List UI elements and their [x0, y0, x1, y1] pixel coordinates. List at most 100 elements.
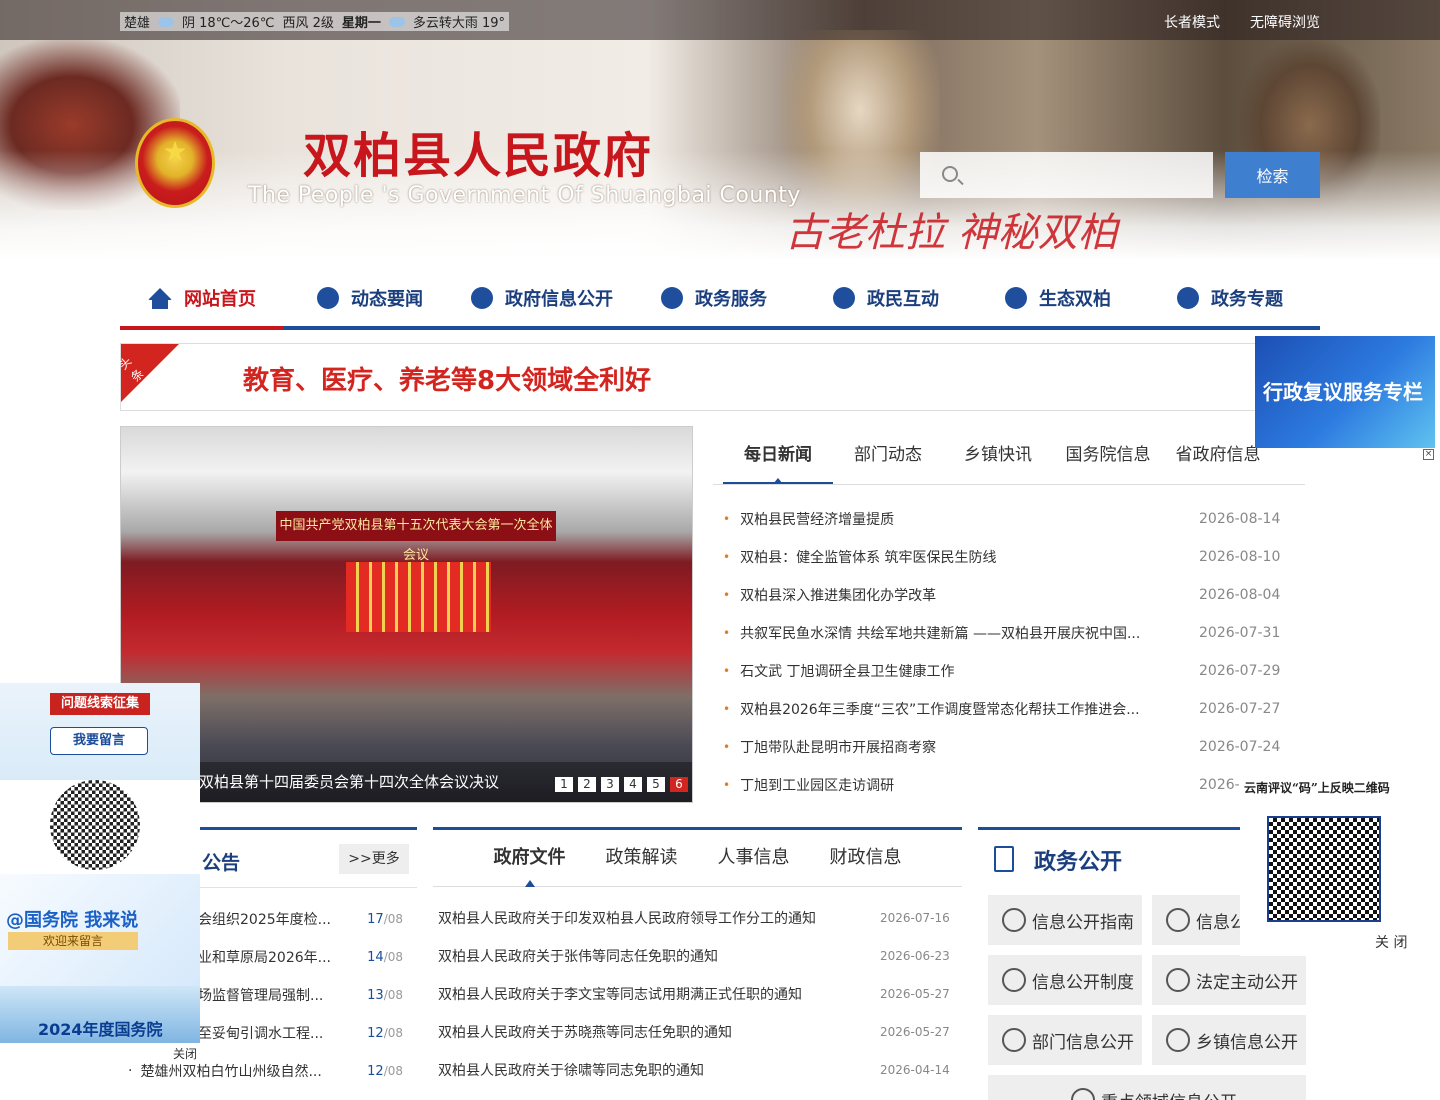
search-input[interactable]: [970, 152, 1210, 198]
admin-review-ad[interactable]: 行政复议服务专栏: [1255, 336, 1435, 448]
department-info-button[interactable]: 部门信息公开: [988, 1015, 1142, 1065]
left-ads-close-button[interactable]: 关闭: [173, 1045, 197, 1062]
carousel-page-6[interactable]: 6: [670, 777, 688, 792]
news-title[interactable]: 共叙军民鱼水深情 共绘军地共建新篇 ——双柏县开展庆祝中国...: [740, 623, 1140, 643]
tab-daily-news[interactable]: 每日新闻: [723, 426, 833, 484]
nav-item-ecology[interactable]: 生态双柏: [972, 270, 1144, 326]
carousel-page-1[interactable]: 1: [555, 777, 573, 792]
news-title[interactable]: 丁旭带队赴昆明市开展招商考察: [740, 737, 936, 757]
feedback-ad[interactable]: 问题线索征集 我要留言: [0, 683, 200, 780]
list-item[interactable]: 双柏县2026年三季度“三农”工作调度暨常态化帮扶工作推进会... 2026-07…: [713, 690, 1305, 728]
headline-link[interactable]: 教育、医疗、养老等8大领域全利好: [243, 360, 651, 397]
tab-township-news[interactable]: 乡镇快讯: [943, 426, 1053, 484]
state-council-2024-title: 2024年度国务院: [38, 1020, 163, 1039]
edit-icon: [1002, 968, 1026, 992]
list-item[interactable]: 双柏县人民政府关于徐啸等同志免职的通知 2026-04-14: [433, 1051, 962, 1089]
compass-icon: [1002, 908, 1026, 932]
list-item[interactable]: · 楚雄州双柏白竹山州级自然... 12/08: [120, 1052, 417, 1090]
carousel-page-4[interactable]: 4: [624, 777, 642, 792]
notice-month: /08: [383, 911, 403, 926]
info-system-button[interactable]: 信息公开制度: [988, 955, 1142, 1005]
document-title[interactable]: 双柏县人民政府关于苏晓燕等同志任免职的通知: [438, 1022, 732, 1042]
documents-panel: 政府文件 政策解读 人事信息 财政信息 双柏县人民政府关于印发双柏县人民政府领导…: [433, 827, 962, 1100]
document-title[interactable]: 双柏县人民政府关于印发双柏县人民政府领导工作分工的通知: [438, 908, 816, 928]
document-title[interactable]: 双柏县人民政府关于张伟等同志任免职的通知: [438, 946, 718, 966]
nav-item-topics[interactable]: 政务专题: [1144, 270, 1316, 326]
key-areas-button[interactable]: 重点领域信息公开: [988, 1075, 1306, 1100]
more-button[interactable]: >>更多: [339, 844, 409, 874]
button-label: 重点领域信息公开: [1101, 1088, 1237, 1100]
state-council-ad[interactable]: @国务院 我来说 欢迎来留言: [0, 874, 200, 986]
notice-item-title[interactable]: 业和草原局2026年...: [198, 947, 331, 967]
weather-city: 楚雄: [124, 16, 151, 31]
news-title[interactable]: 双柏县：健全监管体系 筑牢医保民生防线: [740, 547, 996, 567]
nav-item-news[interactable]: 动态要闻: [284, 270, 456, 326]
photo-carousel[interactable]: 中国共产党双柏县第十五次代表大会第一次全体会议 双柏县第十四届委员会第十四次全体…: [120, 426, 693, 803]
info-guide-button[interactable]: 信息公开指南: [988, 895, 1142, 945]
notice-title: 公告: [202, 852, 241, 874]
top-links: 长者模式 无障碍浏览: [1164, 12, 1320, 32]
news-title[interactable]: 双柏县深入推进集团化办学改革: [740, 585, 936, 605]
notice-item-title[interactable]: 会组织2025年度检...: [198, 909, 331, 929]
document-date: 2026-06-23: [880, 949, 950, 963]
tab-department-news[interactable]: 部门动态: [833, 426, 943, 484]
eye-icon: [833, 287, 855, 309]
news-list: 双柏县民营经济增量提质 2026-08-14 双柏县：健全监管体系 筑牢医保民生防…: [713, 500, 1305, 804]
heart-hand-icon: [1005, 287, 1027, 309]
stage-banner-text: 中国共产党双柏县第十五次代表大会第一次全体会议: [276, 511, 556, 563]
news-date: 2026-08-10: [1199, 549, 1281, 565]
news-title[interactable]: 丁旭到工业园区走访调研: [740, 775, 894, 795]
statutory-disclosure-button[interactable]: 法定主动公开: [1152, 955, 1306, 1005]
news-date: 2026-08-14: [1199, 511, 1281, 527]
list-item[interactable]: 丁旭到工业园区走访调研2026-0: [713, 766, 1305, 804]
tab-gov-documents[interactable]: 政府文件: [478, 830, 582, 887]
news-date: 2026-07-29: [1199, 663, 1281, 679]
nav-item-home[interactable]: 网站首页: [120, 270, 284, 330]
notice-item-title[interactable]: 楚雄州双柏白竹山州级自然...: [140, 1061, 321, 1081]
site-subtitle: The People 's Government Of Shuangbai Co…: [248, 183, 801, 208]
list-item[interactable]: 双柏县民营经济增量提质 2026-08-14: [713, 500, 1305, 538]
documents-tabs: 政府文件 政策解读 人事信息 财政信息: [433, 830, 962, 887]
news-title[interactable]: 双柏县2026年三季度“三农”工作调度暨常态化帮扶工作推进会...: [740, 699, 1139, 719]
search-icon: [942, 166, 958, 182]
list-item[interactable]: 丁旭带队赴昆明市开展招商考察 2026-07-24: [713, 728, 1305, 766]
search-box[interactable]: [920, 152, 1213, 198]
list-item[interactable]: 双柏县人民政府关于苏晓燕等同志任免职的通知 2026-05-27: [433, 1013, 962, 1051]
tab-state-council[interactable]: 国务院信息: [1053, 426, 1163, 484]
list-item[interactable]: 双柏县：健全监管体系 筑牢医保民生防线 2026-08-10: [713, 538, 1305, 576]
elder-mode-link[interactable]: 长者模式: [1164, 12, 1220, 32]
document-title[interactable]: 双柏县人民政府关于李文宝等同志试用期满正式任职的通知: [438, 984, 802, 1004]
list-item[interactable]: 双柏县深入推进集团化办学改革 2026-08-04: [713, 576, 1305, 614]
list-item[interactable]: 双柏县人民政府关于印发双柏县人民政府领导工作分工的通知 2026-07-16: [433, 899, 962, 937]
tab-finance-info[interactable]: 财政信息: [814, 830, 918, 886]
list-item[interactable]: 共叙军民鱼水深情 共绘军地共建新篇 ——双柏县开展庆祝中国... 2026-07-…: [713, 614, 1305, 652]
list-item[interactable]: 双柏县人民政府关于李文宝等同志试用期满正式任职的通知 2026-05-27: [433, 975, 962, 1013]
leave-message-button[interactable]: 我要留言: [50, 727, 148, 755]
township-info-button[interactable]: 乡镇信息公开: [1152, 1015, 1306, 1065]
carousel-page-5[interactable]: 5: [647, 777, 665, 792]
state-council-2024-ad[interactable]: 2024年度国务院: [0, 986, 200, 1043]
list-item[interactable]: 石文武 丁旭调研全县卫生健康工作 2026-07-29: [713, 652, 1305, 690]
accessibility-link[interactable]: 无障碍浏览: [1250, 12, 1320, 32]
news-title[interactable]: 双柏县民营经济增量提质: [740, 509, 894, 529]
document-title[interactable]: 双柏县人民政府关于徐啸等同志免职的通知: [438, 1060, 704, 1080]
tab-personnel-info[interactable]: 人事信息: [702, 830, 806, 886]
button-label: 信息公开制度: [1032, 972, 1134, 993]
news-title[interactable]: 石文武 丁旭调研全县卫生健康工作: [740, 661, 954, 681]
carousel-page-2[interactable]: 2: [578, 777, 596, 792]
search-button[interactable]: 检索: [1225, 152, 1320, 198]
close-icon[interactable]: ×: [1423, 449, 1434, 460]
cloud-icon: [158, 16, 175, 27]
tab-policy-interpretation[interactable]: 政策解读: [590, 830, 694, 886]
notice-item-title[interactable]: 至妥甸引调水工程...: [198, 1023, 323, 1043]
nav-item-services[interactable]: 政务服务: [628, 270, 800, 326]
nav-label: 政务专题: [1211, 289, 1283, 310]
nav-label: 政府信息公开: [505, 289, 613, 310]
qr-close-button[interactable]: 关 闭: [1375, 932, 1407, 952]
carousel-page-3[interactable]: 3: [601, 777, 619, 792]
notice-item-title[interactable]: 场监督管理局强制...: [198, 985, 323, 1005]
nav-item-info-disclosure[interactable]: 政府信息公开: [456, 270, 628, 326]
carousel-caption[interactable]: 双柏县第十四届委员会第十四次全体会议决议: [199, 771, 499, 792]
nav-item-interaction[interactable]: 政民互动: [800, 270, 972, 326]
list-item[interactable]: 双柏县人民政府关于张伟等同志任免职的通知 2026-06-23: [433, 937, 962, 975]
